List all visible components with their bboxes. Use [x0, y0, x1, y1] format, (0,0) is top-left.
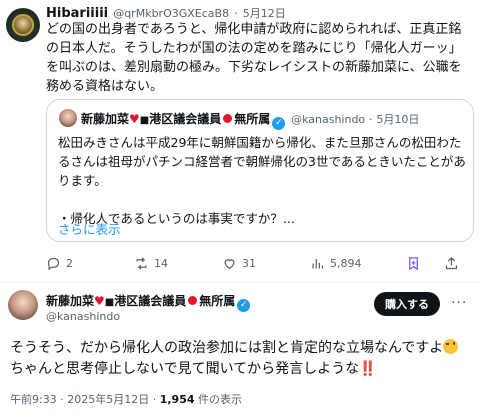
tweet-date[interactable]: 2025年5月12日 [67, 393, 149, 406]
quote-author-avatar [59, 109, 77, 127]
views-icon [312, 259, 324, 269]
like-icon [224, 259, 235, 270]
views-count: 5,894 [330, 257, 362, 270]
main-header: 新藤加菜♥■港区議会議員 無所属 ✓ [46, 292, 252, 312]
flag-icon [223, 114, 233, 123]
reply-display-name[interactable]: Hibariiiii [46, 6, 108, 21]
main-author-avatar[interactable] [8, 290, 38, 320]
tweet-time[interactable]: 午前9:33 [10, 393, 57, 406]
badge-icon: ■ [139, 115, 150, 126]
main-text-line2: ちゃんと思考停止しないで見て聞いてから発言しような [10, 361, 360, 377]
quote-header: 新藤加菜♥■港区議会議員 無所属 ✓ @kanashindo · 5月10日 [81, 112, 420, 130]
wink-emoji-icon [443, 339, 459, 354]
buy-button[interactable]: 購入する [374, 292, 440, 316]
main-text-line1: そうそう、だから帰化人の政治参加には割と肯定的な立場なんですよ [10, 340, 444, 356]
heart-icon: ♥ [94, 294, 105, 308]
action-bar: 2 14 31 5,894 [46, 256, 474, 274]
bookmark-button[interactable] [406, 256, 421, 271]
quote-handle: @kanashindo [291, 113, 366, 126]
main-tweet-text: そうそう、だから帰化人の政治参加には割と肯定的な立場なんですよ ちゃんと思考停止… [10, 338, 476, 380]
like-button[interactable]: 31 [222, 256, 256, 271]
main-handle[interactable]: @kanashindo [46, 310, 120, 323]
quote-name-part3: 無所属 [234, 112, 271, 126]
verified-icon: ✓ [237, 299, 251, 312]
main-name-part3[interactable]: 無所属 [199, 294, 235, 308]
flag-icon [188, 296, 198, 305]
share-icon [445, 256, 458, 270]
reply-count: 2 [66, 257, 73, 270]
reply-button[interactable]: 2 [46, 256, 73, 271]
reply-handle[interactable]: @qrMkbrO3GXEcaB8 [113, 7, 229, 20]
main-name-part2[interactable]: 港区議会議員 [114, 294, 186, 308]
tweet-meta: 午前9:33 · 2025年5月12日 · 1,954 件の表示 [10, 393, 242, 406]
quoted-tweet[interactable]: 新藤加菜♥■港区議会議員 無所属 ✓ @kanashindo · 5月10日 松田み… [46, 99, 474, 242]
views-button[interactable]: 5,894 [310, 256, 362, 271]
tweet-views-count: 1,954 [159, 393, 195, 406]
show-more-link[interactable]: さらに表示 [58, 219, 121, 238]
repost-count: 14 [154, 257, 168, 270]
quote-text-line1: 松田みきさんは平成29年に朝鮮国籍から帰化、また旦那さんの松田わたるさんは祖母が… [58, 135, 466, 188]
more-options-icon[interactable]: ··· [451, 295, 467, 311]
heart-icon: ♥ [129, 112, 140, 126]
quote-name-part1: 新藤加菜 [81, 112, 130, 126]
reply-icon [47, 257, 60, 271]
main-name-part1[interactable]: 新藤加菜 [46, 294, 94, 308]
repost-button[interactable]: 14 [134, 256, 168, 271]
reply-header: Hibariiiii @qrMkbrO3GXEcaB8 · 5月12日 [46, 6, 286, 21]
reply-author-avatar[interactable] [6, 8, 40, 42]
tweet-views-label: 件の表示 [198, 393, 242, 406]
double-exclamation-icon: ‼️ [359, 361, 377, 377]
verified-icon: ✓ [272, 117, 286, 130]
reply-date[interactable]: 5月12日 [243, 7, 286, 20]
quote-date: 5月10日 [376, 113, 420, 126]
divider [0, 282, 480, 283]
quote-name-part2: 港区議会議員 [149, 112, 222, 126]
reply-text: どの国の出身者であろうと、帰化申請が政府に認められれば、正真正銘の日本人だ。そう… [46, 22, 462, 94]
bookmark-icon [409, 257, 418, 271]
quote-text: 松田みきさんは平成29年に朝鮮国籍から帰化、また旦那さんの松田わたるさんは祖母が… [58, 133, 468, 228]
share-button[interactable] [444, 256, 459, 271]
like-count: 31 [242, 257, 256, 270]
badge-icon: ■ [104, 297, 115, 308]
repost-icon [136, 257, 147, 270]
